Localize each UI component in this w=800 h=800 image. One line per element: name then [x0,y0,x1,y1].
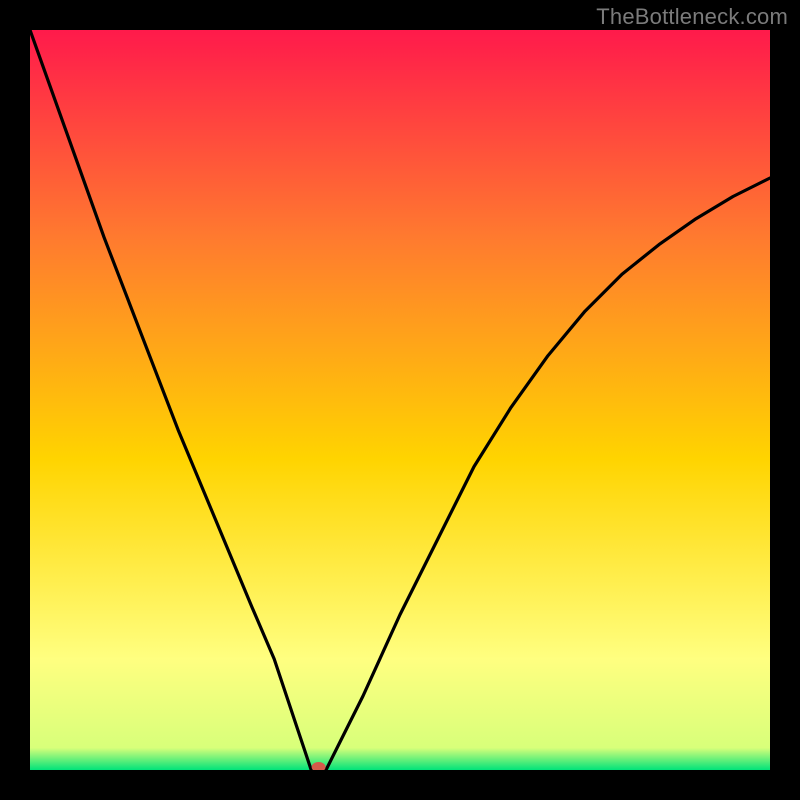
chart-stage: TheBottleneck.com [0,0,800,800]
plot-area [30,30,770,770]
chart-svg [30,30,770,770]
gradient-background [30,30,770,770]
watermark-text: TheBottleneck.com [596,4,788,30]
